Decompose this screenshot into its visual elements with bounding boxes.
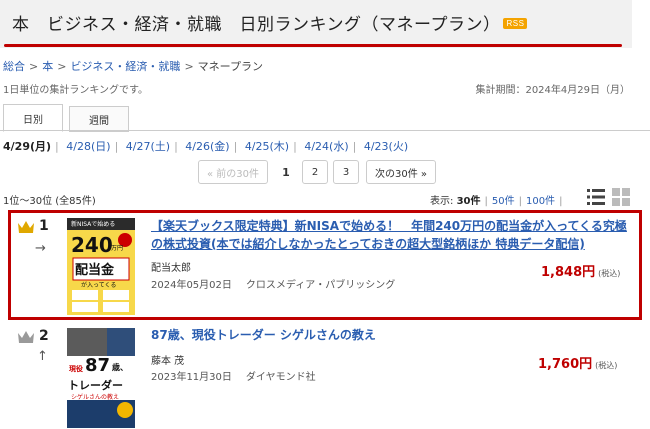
item-tax: (税込)	[595, 361, 618, 370]
prev-page-button[interactable]: « 前の30件	[198, 160, 268, 184]
date-separator: |	[174, 140, 178, 153]
cover-unit: 万円	[111, 245, 124, 252]
ranking-item-1: 1 → 新NISAで始める 240 万円 配当金 が入ってくる 【楽天ブックス限…	[8, 210, 642, 320]
date-separator: |	[352, 140, 357, 153]
result-count: 1位～30位 (全85件)	[3, 196, 96, 207]
silver-crown-icon	[18, 331, 34, 343]
item-tax: (税込)	[598, 269, 621, 278]
cover-age: 87	[85, 355, 111, 376]
display-separator: |	[484, 196, 488, 207]
item-price-value: 1,848円	[541, 265, 596, 280]
breadcrumb: 総合 > 本 > ビジネス・経済・就職 > マネープラン	[3, 58, 263, 74]
rank-number: 2	[39, 328, 49, 344]
item-title-link[interactable]: 87歳、現役トレーダー シゲルさんの教え	[151, 326, 631, 344]
cover-kicker: 現役	[69, 365, 83, 373]
date-selector: 4/29(月) | 4/28(日) | 4/27(土) | 4/26(金) | 4/25…	[3, 138, 412, 154]
date-separator: |	[114, 140, 119, 153]
rank-number: 1	[39, 218, 49, 234]
breadcrumb-current: マネープラン	[197, 60, 263, 73]
page-3-button[interactable]: 3	[333, 160, 359, 184]
book-cover-2[interactable]: 現役 87 歳、 トレーダー シゲルさんの教え	[67, 328, 135, 428]
cover-top-text: 新NISAで始める	[71, 221, 116, 228]
book-cover-1[interactable]: 新NISAで始める 240 万円 配当金 が入ってくる	[67, 218, 135, 315]
breadcrumb-separator: >	[57, 60, 67, 73]
date-item[interactable]: 4/27(土)	[126, 140, 170, 153]
date-separator: |	[55, 140, 59, 153]
page-title-text: 本 ビジネス・経済・就職 日別ランキング（マネープラン）	[12, 15, 501, 35]
ranking-period: 集計期間：2024年4月29日（月）	[475, 85, 630, 96]
rss-badge[interactable]: RSS	[503, 17, 528, 29]
breadcrumb-item-all[interactable]: 総合	[3, 60, 25, 73]
page-header: 本 ビジネス・経済・就職 日別ランキング（マネープラン） RSS	[0, 0, 632, 48]
date-item[interactable]: 4/28(日)	[66, 140, 110, 153]
item-date: 2024年05月02日	[151, 280, 232, 291]
item-price-value: 1,760円	[538, 357, 593, 372]
gold-crown-icon	[18, 221, 34, 233]
item-author[interactable]: 藤本 茂	[151, 352, 184, 367]
date-item[interactable]: 4/24(水)	[304, 140, 348, 153]
display-separator: |	[559, 196, 563, 207]
item-title-link[interactable]: 【楽天ブックス限定特典】新NISAで始める！ 年間240万円の配当金が入ってくる…	[151, 217, 633, 253]
date-separator: |	[233, 140, 238, 153]
cover-number: 240	[71, 233, 113, 257]
breadcrumb-item-business[interactable]: ビジネス・経済・就職	[70, 60, 180, 73]
cover-sub: シゲルさんの教え	[71, 394, 120, 401]
display-current: 30件	[456, 196, 481, 207]
cover-sai: 歳、	[112, 363, 128, 372]
ranking-description: 1日単位の集計ランキングです。	[3, 85, 149, 96]
item-publisher[interactable]: ダイヤモンド社	[246, 372, 316, 383]
breadcrumb-separator: >	[29, 60, 39, 73]
item-meta: 2024年05月02日 クロスメディア・パブリッシング	[151, 276, 395, 291]
display-separator: |	[518, 196, 522, 207]
date-item[interactable]: 4/25(木)	[245, 140, 289, 153]
page-2-button[interactable]: 2	[302, 160, 328, 184]
display-count-selector: 表示: 30件 | 50件 | 100件 |	[430, 192, 566, 207]
item-author[interactable]: 配当太郎	[151, 259, 191, 274]
page-title: 本 ビジネス・経済・就職 日別ランキング（マネープラン） RSS	[12, 10, 528, 35]
next-page-button[interactable]: 次の30件 »	[366, 160, 436, 184]
item-price: 1,760円 (税込)	[538, 353, 617, 372]
tab-divider	[0, 130, 650, 131]
cover-main: トレーダー	[68, 379, 123, 392]
date-item[interactable]: 4/23(火)	[364, 140, 408, 153]
tab-daily[interactable]: 日別	[3, 104, 63, 132]
header-underline	[4, 44, 622, 47]
cover-sub: が入ってくる	[81, 282, 117, 289]
item-publisher[interactable]: クロスメディア・パブリッシング	[246, 280, 395, 291]
display-100[interactable]: 100件	[526, 196, 555, 207]
list-view-icon[interactable]	[587, 188, 605, 206]
date-item[interactable]: 4/26(金)	[185, 140, 229, 153]
breadcrumb-item-books[interactable]: 本	[42, 60, 53, 73]
display-50[interactable]: 50件	[492, 196, 515, 207]
date-item-active[interactable]: 4/29(月)	[3, 140, 51, 153]
display-label: 表示:	[430, 196, 454, 207]
date-separator: |	[293, 140, 297, 153]
cover-main: 配当金	[75, 263, 115, 278]
trend-up-icon: ↑	[37, 349, 48, 364]
current-page: 1	[282, 165, 290, 179]
grid-view-icon[interactable]	[612, 188, 630, 206]
ranking-item-2: 2 ↑ 現役 87 歳、 トレーダー シゲルさんの教え 87歳、現役トレーダー …	[8, 323, 642, 428]
item-meta: 2023年11月30日 ダイヤモンド社	[151, 368, 316, 383]
tab-weekly[interactable]: 週間	[69, 106, 129, 132]
item-date: 2023年11月30日	[151, 372, 232, 383]
trend-flat-icon: →	[35, 241, 46, 256]
breadcrumb-separator: >	[184, 60, 194, 73]
item-price: 1,848円 (税込)	[541, 261, 620, 280]
